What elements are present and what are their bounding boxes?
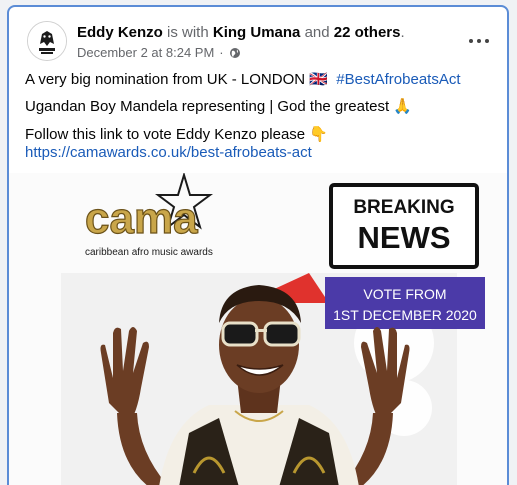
others-link[interactable]: 22 others [334, 24, 401, 41]
post-line-3: Follow this link to vote Eddy Kenzo plea… [25, 126, 328, 143]
vote-link[interactable]: https://camawards.co.uk/best-afrobeats-a… [25, 144, 312, 161]
globe-icon[interactable] [229, 47, 241, 59]
author-name[interactable]: Eddy Kenzo [77, 24, 163, 41]
period: . [400, 24, 405, 41]
tagged-name[interactable]: King Umana [213, 24, 301, 41]
post-line-2: Ugandan Boy Mandela representing | God t… [25, 98, 412, 115]
post-meta: December 2 at 8:24 PM · [77, 45, 241, 60]
timestamp[interactable]: December 2 at 8:24 PM [77, 45, 214, 60]
vote-line-2: 1ST DECEMBER 2020 [333, 307, 477, 323]
post-line-1: A very big nomination from UK - LONDON 🇬… [25, 70, 461, 90]
meta-separator: · [219, 45, 224, 60]
logo-word: cama [85, 194, 198, 243]
logo-sub: caribbean afro music awards [85, 247, 213, 258]
more-options-button[interactable] [465, 31, 493, 51]
breaking-news-box: BREAKING NEWS [329, 183, 479, 269]
post-header: Eddy Kenzo is with King Umana and 22 oth… [21, 17, 497, 65]
author-avatar[interactable] [27, 21, 67, 61]
vote-line-1: VOTE FROM [363, 286, 446, 302]
breaking-text: BREAKING [353, 197, 454, 218]
line1-text: A very big nomination from UK - LONDON 🇬… [25, 71, 328, 88]
avatar-logo-icon [28, 22, 66, 60]
post-attribution: Eddy Kenzo is with King Umana and 22 oth… [77, 23, 405, 42]
vote-banner: VOTE FROM 1ST DECEMBER 2020 [325, 277, 485, 329]
hashtag-link[interactable]: #BestAfrobeatsAct [336, 71, 460, 88]
post-photo[interactable]: cama caribbean afro music awards BREAKIN… [9, 173, 507, 485]
with-label: is with [167, 24, 209, 41]
news-text: NEWS [358, 220, 451, 255]
facebook-post: Eddy Kenzo is with King Umana and 22 oth… [7, 5, 509, 485]
and-label: and [304, 24, 330, 41]
more-horizontal-icon [469, 39, 473, 43]
post-media[interactable]: cama caribbean afro music awards BREAKIN… [9, 173, 507, 485]
post-link-line: https://camawards.co.uk/best-afrobeats-a… [25, 143, 312, 163]
